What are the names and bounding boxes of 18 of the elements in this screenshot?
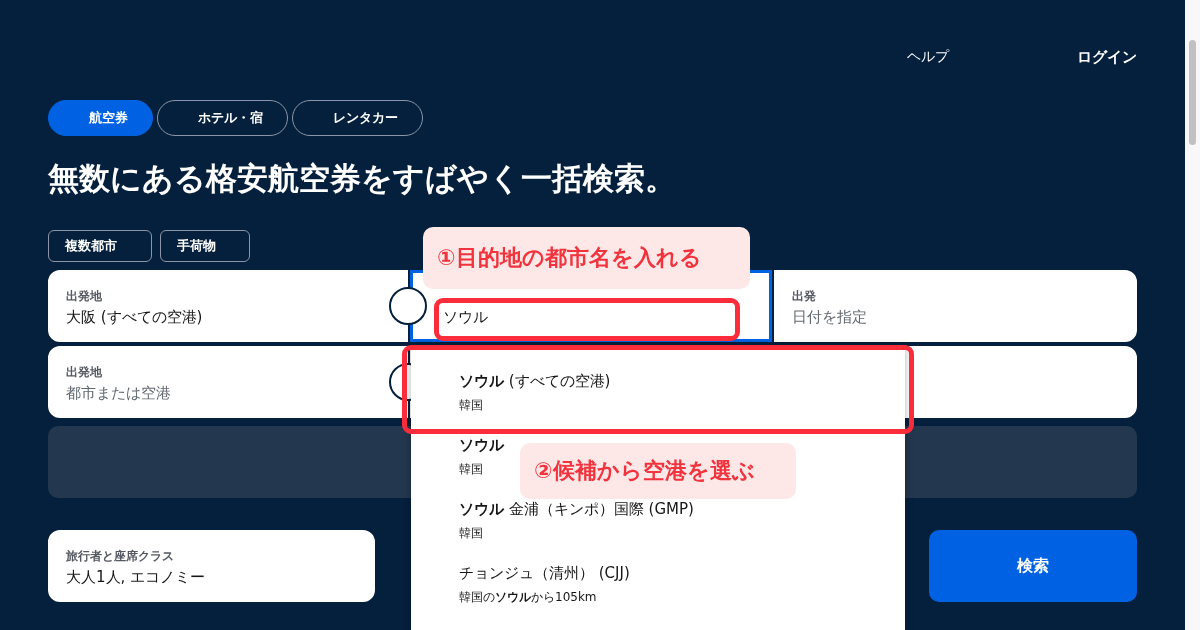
header-link[interactable]: ログイン <box>1077 48 1137 68</box>
suggestion-item[interactable]: ソウル (すべての空港) 韓国 <box>411 372 905 414</box>
input-field[interactable]: 出発地 都市または空港 <box>48 346 408 418</box>
input-field[interactable]: 出発地 大阪 (すべての空港) <box>48 270 408 342</box>
suggestion-item[interactable]: ソウル 金浦（キンポ）国際 (GMP) 韓国 <box>411 500 905 542</box>
suggestion-item[interactable]: チョンジュ（清州） (CJJ) 韓国のソウルから105km <box>411 564 905 606</box>
input-field[interactable]: 出発 日付を指定 <box>774 270 1137 342</box>
option-button[interactable]: 手荷物 <box>160 230 250 262</box>
headline: 無数にある格安航空券をすばやく一括検索。 <box>48 159 677 198</box>
header-link[interactable]: ヘルプ <box>907 48 949 68</box>
category-tab[interactable]: 航空券 <box>48 100 153 136</box>
annotation-tooltip: ②候補から空港を選ぶ <box>520 443 796 499</box>
travelers-field[interactable]: 旅行者と座席クラス 大人1人, エコノミー <box>48 530 375 602</box>
scrollbar[interactable] <box>1185 0 1200 630</box>
search-button[interactable]: 検索 <box>929 530 1137 602</box>
option-button[interactable]: 複数都市 <box>48 230 152 262</box>
scrollbar-thumb[interactable] <box>1189 40 1196 145</box>
annotation-tooltip: ①目的地の都市名を入れる <box>423 227 750 289</box>
